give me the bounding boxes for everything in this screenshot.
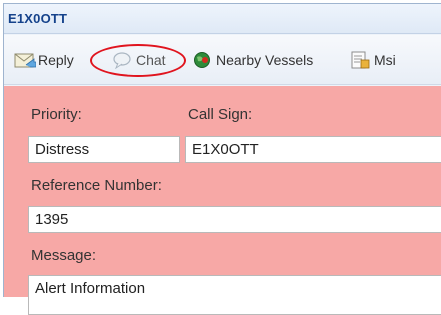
reply-button[interactable]: Reply <box>14 49 74 71</box>
window-title: E1X0OTT <box>8 11 68 26</box>
call-sign-label: Call Sign: <box>188 106 253 123</box>
reference-number-label: Reference Number: <box>31 177 162 194</box>
envelope-reply-icon <box>14 51 37 69</box>
reference-number-field[interactable]: 1395 <box>28 206 441 233</box>
reply-label: Reply <box>38 52 74 68</box>
toolbar: Reply Chat Nearby Vessels Msi <box>4 35 441 85</box>
globe-icon <box>192 51 212 69</box>
document-icon <box>350 51 370 69</box>
nearby-vessels-button[interactable]: Nearby Vessels <box>192 49 313 71</box>
call-sign-field[interactable]: E1X0OTT <box>185 136 441 163</box>
chat-highlight-annotation <box>90 44 186 77</box>
msi-label: Msi <box>374 52 396 68</box>
message-field[interactable]: Alert Information <box>28 275 441 315</box>
alert-window: E1X0OTT Reply Chat Nearby Vessels Msi Pr… <box>3 3 441 315</box>
title-bar: E1X0OTT <box>4 4 441 34</box>
priority-label: Priority: <box>31 106 82 123</box>
message-label: Message: <box>31 247 97 264</box>
msi-button[interactable]: Msi <box>350 49 396 71</box>
alert-form: Priority: Distress Call Sign: E1X0OTT Re… <box>4 86 441 315</box>
nearby-vessels-label: Nearby Vessels <box>216 52 314 68</box>
priority-field[interactable]: Distress <box>28 136 180 163</box>
